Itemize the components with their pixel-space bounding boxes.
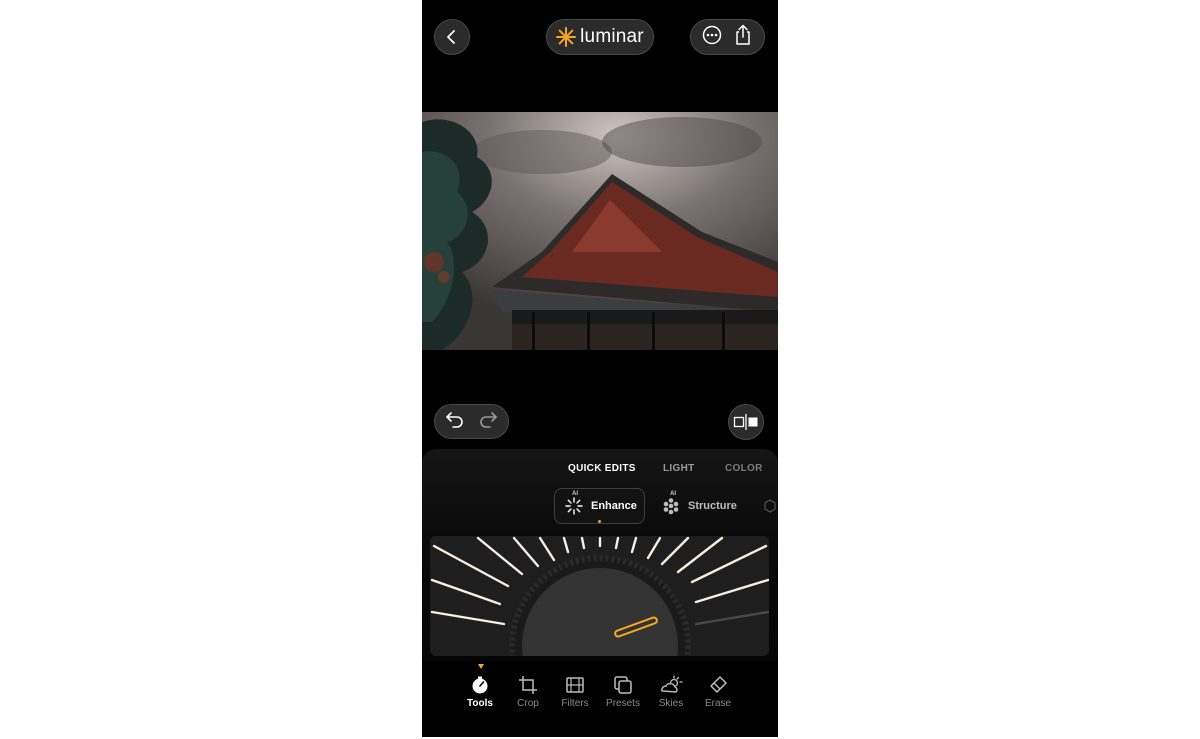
nav-skies-label: Skies	[658, 698, 684, 709]
tools-icon	[472, 676, 488, 694]
nav-tools[interactable]: Tools	[456, 675, 504, 709]
tool-structure-label: Structure	[688, 500, 737, 512]
tool-structure[interactable]: AI Structure	[662, 488, 752, 524]
share-button[interactable]	[733, 24, 753, 51]
enhance-dial[interactable]	[430, 536, 769, 656]
photo-canvas[interactable]	[422, 112, 778, 350]
logo-text: luminar	[580, 26, 644, 47]
enhance-icon: AI	[565, 491, 583, 515]
undo-button[interactable]	[445, 410, 465, 433]
tool-enhance[interactable]: AI Enhance	[554, 488, 645, 524]
nav-presets[interactable]: Presets	[599, 675, 647, 709]
undo-icon	[446, 412, 463, 428]
nav-crop[interactable]: Crop	[504, 675, 552, 709]
nav-crop-label: Crop	[517, 698, 539, 709]
dial-graphic	[430, 536, 769, 656]
luminar-logo: luminar	[546, 19, 654, 55]
presets-icon	[614, 676, 632, 694]
crop-icon	[519, 676, 537, 694]
active-tool-indicator	[478, 664, 484, 669]
nav-tools-label: Tools	[467, 698, 493, 709]
tab-light[interactable]: LIGHT	[663, 463, 695, 474]
share-icon	[736, 24, 750, 45]
nav-filters-label: Filters	[561, 698, 589, 709]
ellipsis-circle-icon	[703, 25, 722, 44]
eraser-icon	[710, 676, 727, 693]
tool-enhance-label: Enhance	[591, 500, 637, 512]
nav-presets-label: Presets	[606, 698, 640, 709]
redo-icon	[480, 412, 497, 428]
more-button[interactable]	[702, 25, 722, 50]
bottom-toolbar: Tools Crop Filters Presets Skies Erase	[422, 661, 778, 737]
sky-icon	[661, 675, 683, 693]
nav-erase-label: Erase	[704, 698, 732, 709]
nav-erase[interactable]: Erase	[694, 675, 742, 709]
ai-badge: AI	[670, 491, 676, 497]
history-controls	[434, 404, 509, 439]
compare-button[interactable]	[728, 404, 764, 440]
nav-skies[interactable]: Skies	[647, 675, 695, 709]
temple-photo	[422, 112, 778, 350]
luminar-star-icon	[556, 27, 577, 47]
active-indicator-dot	[598, 520, 601, 523]
structure-icon: AI	[662, 491, 680, 515]
tab-color[interactable]: COLOR	[725, 463, 763, 474]
tab-quick-edits[interactable]: QUICK EDITS	[568, 463, 636, 474]
back-button[interactable]	[434, 19, 470, 55]
next-tool-icon[interactable]	[764, 499, 776, 513]
ai-badge: AI	[572, 491, 578, 497]
app-screen: luminar QUICK EDITS LIGHT COLOR AI Enhan…	[422, 0, 778, 737]
header-actions	[690, 19, 765, 55]
chevron-left-icon	[447, 30, 455, 44]
film-icon	[566, 677, 584, 693]
redo-button[interactable]	[478, 410, 498, 433]
compare-icon	[733, 414, 758, 430]
edit-panel: QUICK EDITS LIGHT COLOR AI Enhance AI St…	[422, 449, 778, 661]
nav-filters[interactable]: Filters	[551, 675, 599, 709]
